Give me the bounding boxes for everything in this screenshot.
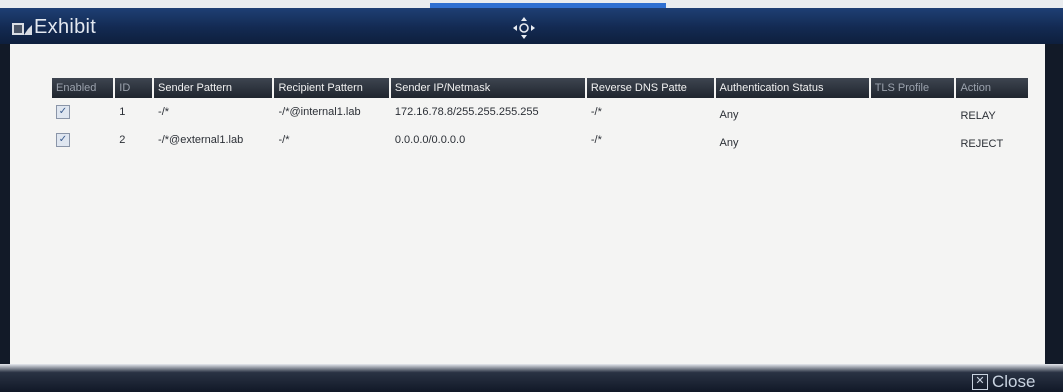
sender-ip-cell: 172.16.78.8/255.255.255.255 — [394, 106, 539, 118]
enabled-cell[interactable]: ✓ — [52, 126, 113, 154]
sender-pattern-cell: -/* — [158, 106, 170, 118]
table-row[interactable]: ✓ 1 -/* -/*@internal1.lab 172.16.78.8/25… — [52, 98, 1028, 126]
title-bar[interactable]: Exhibit — [0, 8, 1063, 44]
table-row[interactable]: ✓ 2 -/*@external1.lab -/* 0.0.0.0/0.0.0.… — [52, 126, 1028, 154]
column-header-sender-ip-netmask[interactable]: Sender IP/Netmask — [390, 78, 585, 98]
recipient-pattern-cell: -/*@internal1.lab — [278, 106, 361, 118]
column-header-authentication-status[interactable]: Authentication Status — [715, 78, 869, 98]
column-header-recipient-pattern[interactable]: Recipient Pattern — [274, 78, 389, 98]
action-cell: REJECT — [960, 138, 1004, 150]
reverse-dns-cell: -/* — [590, 106, 602, 118]
tls-profile-cell — [871, 98, 955, 126]
column-header-action[interactable]: Action — [956, 78, 1028, 98]
checkmark-icon: ✓ — [58, 106, 68, 117]
column-header-tls-profile[interactable]: TLS Profile — [870, 78, 955, 98]
id-cell: 1 — [119, 106, 126, 118]
top-strip — [0, 0, 1063, 8]
mail-policy-table: Enabled ID Sender Pattern Recipient Patt… — [50, 78, 1030, 154]
enabled-checkbox[interactable]: ✓ — [56, 105, 70, 119]
close-icon: ✕ — [972, 373, 988, 390]
checkmark-icon: ✓ — [58, 134, 68, 145]
auth-status-cell: Any — [719, 109, 739, 121]
window-title: Exhibit — [34, 16, 97, 38]
column-header-sender-pattern[interactable]: Sender Pattern — [154, 78, 273, 98]
bottom-bar: ✕ Close — [0, 364, 1063, 392]
enabled-cell[interactable]: ✓ — [52, 98, 113, 126]
table-header-row: Enabled ID Sender Pattern Recipient Patt… — [52, 78, 1028, 98]
close-button-label: Close — [992, 371, 1036, 391]
reverse-dns-cell: -/* — [590, 134, 602, 146]
sender-ip-cell: 0.0.0.0/0.0.0.0 — [394, 134, 466, 146]
tls-profile-cell — [871, 126, 955, 154]
action-cell: RELAY — [960, 110, 996, 122]
column-header-enabled[interactable]: Enabled — [52, 78, 114, 98]
column-header-id[interactable]: ID — [115, 78, 153, 98]
auth-status-cell: Any — [719, 137, 739, 149]
window-icon — [12, 21, 32, 37]
recipient-pattern-cell: -/* — [278, 134, 290, 146]
enabled-checkbox[interactable]: ✓ — [56, 133, 70, 147]
column-header-reverse-dns-pattern[interactable]: Reverse DNS Patte — [586, 78, 714, 98]
exhibit-content: Enabled ID Sender Pattern Recipient Patt… — [10, 44, 1045, 364]
sender-pattern-cell: -/*@external1.lab — [158, 134, 244, 146]
move-icon[interactable] — [512, 16, 536, 40]
close-button[interactable]: ✕ Close — [972, 371, 1063, 392]
id-cell: 2 — [119, 134, 126, 146]
